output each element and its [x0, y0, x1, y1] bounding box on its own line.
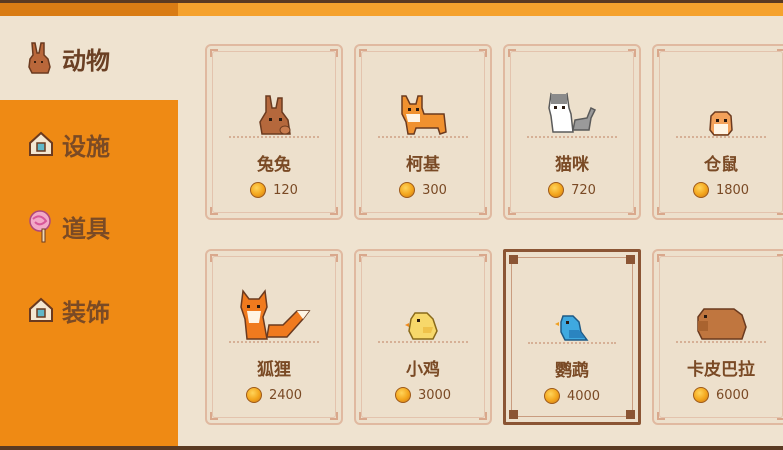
shop-card-fox[interactable]: 狐狸 2400 — [205, 249, 343, 425]
card-price: 3000 — [356, 387, 490, 403]
sidebar-item-label: 动物 — [62, 46, 110, 75]
parrot-sprite-icon — [506, 292, 638, 344]
cat-sprite-icon — [505, 86, 639, 138]
shop-card-rabbit[interactable]: 兔兔 120 — [205, 44, 343, 220]
card-price: 720 — [505, 182, 639, 198]
category-sidebar: 动物 设施 道具 装饰 — [0, 16, 178, 446]
price-value: 1800 — [715, 182, 750, 198]
coin-icon — [692, 387, 709, 403]
coin-icon — [245, 387, 262, 403]
sidebar-item-label: 道具 — [62, 214, 110, 243]
shop-grid: 兔兔 120 柯基 300 猫咪 720 仓鼠 1800 狐狸 2400 小鸡 … — [178, 16, 783, 446]
price-value: 120 — [273, 182, 298, 198]
card-name: 狐狸 — [257, 360, 291, 380]
house-icon — [26, 128, 56, 160]
shop-card-cat[interactable]: 猫咪 720 — [503, 44, 641, 220]
price-value: 4000 — [566, 388, 601, 404]
coin-icon — [692, 182, 709, 198]
house-icon — [26, 294, 56, 326]
hamster-sprite-icon — [654, 86, 783, 138]
capybara-sprite-icon — [654, 291, 783, 343]
shop-card-capybara[interactable]: 卡皮巴拉 6000 — [652, 249, 783, 425]
card-name: 猫咪 — [555, 155, 589, 175]
price-value: 300 — [422, 182, 447, 198]
sidebar-item-facilities[interactable]: 设施 — [0, 104, 178, 184]
coin-icon — [394, 387, 411, 403]
price-value: 3000 — [417, 387, 452, 403]
card-name: 卡皮巴拉 — [687, 360, 755, 380]
top-bar-accent — [178, 3, 783, 16]
shop-card-corgi[interactable]: 柯基 300 — [354, 44, 492, 220]
coin-icon — [399, 182, 416, 198]
sidebar-item-label: 设施 — [62, 132, 110, 161]
card-name: 小鸡 — [406, 360, 440, 380]
card-name: 仓鼠 — [704, 155, 738, 175]
card-price: 6000 — [654, 387, 783, 403]
lollipop-icon — [26, 210, 56, 243]
rabbit-icon — [26, 42, 56, 74]
shop-card-parrot[interactable]: 鹦鹉 4000 — [503, 249, 641, 425]
card-name: 鹦鹉 — [555, 361, 589, 381]
card-price: 1800 — [654, 182, 783, 198]
sidebar-item-items[interactable]: 道具 — [0, 186, 178, 266]
shop-card-chick[interactable]: 小鸡 3000 — [354, 249, 492, 425]
price-value: 2400 — [268, 387, 303, 403]
corgi-sprite-icon — [356, 86, 490, 138]
sidebar-item-animals[interactable]: 动物 — [0, 16, 178, 100]
top-bar — [0, 0, 783, 16]
coin-icon — [548, 182, 565, 198]
card-price: 300 — [356, 182, 490, 198]
rabbit-sprite-icon — [207, 86, 341, 138]
chick-sprite-icon — [356, 291, 490, 343]
price-value: 6000 — [715, 387, 750, 403]
card-price: 120 — [207, 182, 341, 198]
sidebar-item-label: 装饰 — [62, 298, 110, 327]
bottom-bar — [0, 446, 783, 450]
coin-icon — [543, 388, 560, 404]
card-name: 柯基 — [406, 155, 440, 175]
card-price: 2400 — [207, 387, 341, 403]
sidebar-item-decorations[interactable]: 装饰 — [0, 270, 178, 350]
fox-sprite-icon — [207, 285, 341, 343]
shop-card-hamster[interactable]: 仓鼠 1800 — [652, 44, 783, 220]
coin-icon — [250, 182, 267, 198]
card-name: 兔兔 — [257, 155, 291, 175]
price-value: 720 — [571, 182, 596, 198]
top-bar-accent-left — [0, 3, 178, 16]
card-price: 4000 — [506, 388, 638, 404]
